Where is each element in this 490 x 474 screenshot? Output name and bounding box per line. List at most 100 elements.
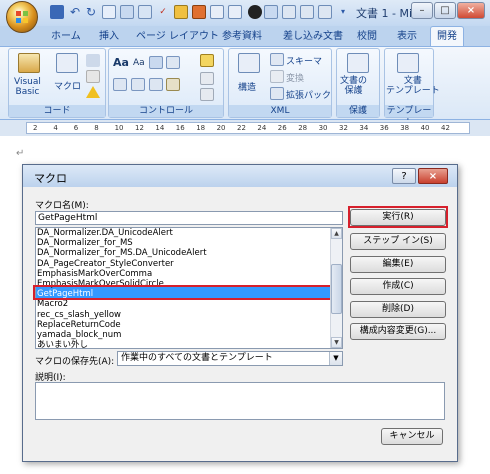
legacy-tools-icon[interactable] (166, 78, 180, 91)
ruler-number: 4 (53, 124, 58, 132)
scroll-down-icon[interactable]: ▼ (331, 337, 342, 348)
structure-icon[interactable] (238, 53, 260, 73)
schema-label[interactable]: スキーマ (286, 54, 322, 67)
view-icon[interactable] (282, 5, 296, 19)
properties-icon[interactable] (200, 72, 214, 85)
scroll-thumb[interactable] (331, 264, 342, 314)
dropdown-list-icon[interactable] (131, 78, 145, 91)
list-item[interactable]: ReplaceReturnCode (37, 320, 121, 330)
group-xml-label: XML (229, 105, 331, 117)
design-mode-icon[interactable] (200, 54, 214, 67)
building-block-icon[interactable] (166, 56, 180, 69)
ruler-number: 24 (257, 124, 267, 132)
macro-location-select[interactable]: 作業中のすべての文書とテンプレート (117, 351, 343, 366)
picture-control-icon[interactable] (149, 56, 163, 69)
transform-icon (270, 70, 284, 83)
schema-icon[interactable] (270, 53, 284, 66)
ruler-number: 12 (135, 124, 144, 132)
document-template-icon[interactable] (397, 53, 419, 73)
protect-document-icon[interactable] (347, 53, 369, 73)
ruler-number: 36 (379, 124, 389, 132)
expansion-pack-icon[interactable] (270, 87, 284, 100)
macro-label[interactable]: マクロ (54, 79, 81, 92)
macro-location-label: マクロの保存先(A): (35, 357, 115, 367)
tab-page-layout[interactable]: ページ レイアウト (136, 28, 219, 46)
circle-icon[interactable] (248, 5, 262, 19)
tab-references[interactable]: 参考資料 (222, 28, 262, 46)
step-into-button[interactable]: ステップ イン(S) (350, 233, 446, 250)
list-item[interactable]: yamada_block_num (37, 330, 121, 340)
image-icon[interactable] (192, 5, 206, 19)
ruler-number: 22 (237, 124, 246, 132)
page-icon[interactable] (210, 5, 224, 19)
group-icon[interactable] (200, 88, 214, 101)
expansion-pack-label[interactable]: 拡張パック (286, 88, 331, 101)
tab-review[interactable]: 校閲 (357, 28, 377, 46)
structure-label[interactable]: 構造 (238, 80, 256, 93)
office-logo-icon (16, 11, 28, 23)
maximize-button[interactable]: □ (434, 2, 456, 19)
edit-button[interactable]: 編集(E) (350, 256, 446, 273)
undo-icon[interactable]: ↶ (68, 5, 82, 19)
selection-annotation-frame (33, 285, 333, 300)
minimize-button[interactable]: – (411, 2, 433, 19)
folder-icon[interactable] (174, 5, 188, 19)
cancel-button[interactable]: キャンセル (381, 428, 443, 445)
chart-icon[interactable] (318, 5, 332, 19)
paragraph-mark: ↵ (16, 148, 25, 159)
protect-document-label[interactable]: 文書の 保護 (340, 76, 367, 96)
visual-basic-label[interactable]: Visual Basic (14, 77, 41, 97)
list-item[interactable]: DA_Normalizer_for_MS (37, 238, 133, 248)
document-template-label[interactable]: 文書 テンプレート (386, 76, 440, 96)
table-icon[interactable] (120, 5, 134, 19)
grid-icon[interactable] (138, 5, 152, 19)
group-code-label: コード (9, 105, 105, 117)
close-window-button[interactable]: × (457, 2, 485, 19)
print-icon[interactable] (228, 5, 242, 19)
list-item[interactable]: EmphasisMarkOverComma (37, 269, 152, 279)
delete-button[interactable]: 削除(D) (350, 301, 446, 318)
list-item[interactable]: DA_Normalizer.DA_UnicodeAlert (37, 228, 173, 238)
run-annotation-frame (348, 206, 448, 228)
combo-box-icon[interactable] (113, 78, 127, 91)
scroll-up-icon[interactable]: ▲ (331, 228, 342, 239)
ruler-number: 2 (33, 124, 38, 132)
new-doc-icon[interactable] (102, 5, 116, 19)
record-macro-icon[interactable] (86, 54, 100, 67)
plain-text-control[interactable]: Aa (133, 58, 145, 68)
chevron-down-icon[interactable]: ▼ (329, 352, 342, 365)
list-item[interactable]: DA_PageCreator_StyleConverter (37, 259, 174, 269)
help-button[interactable]: ? (392, 168, 416, 184)
mail-icon[interactable] (300, 5, 314, 19)
list-item[interactable]: あいまい外し (37, 340, 88, 350)
group-controls-label: コントロール (109, 105, 223, 117)
ruler-number: 18 (196, 124, 206, 132)
macro-name-input[interactable]: GetPageHtml (35, 211, 343, 225)
create-button[interactable]: 作成(C) (350, 278, 446, 295)
macro-security-icon[interactable] (86, 86, 100, 98)
format-icon[interactable] (264, 5, 278, 19)
tab-view[interactable]: 表示 (397, 28, 417, 46)
tab-home[interactable]: ホーム (51, 28, 81, 46)
tab-developer[interactable]: 開発 (430, 26, 464, 47)
tab-insert[interactable]: 挿入 (99, 28, 119, 46)
redo-icon[interactable]: ↻ (84, 5, 98, 19)
dialog-close-button[interactable]: × (418, 168, 448, 184)
qat-more-icon[interactable]: ▾ (336, 5, 350, 19)
save-icon[interactable] (50, 5, 64, 19)
ruler-number: 16 (175, 124, 185, 132)
organizer-button[interactable]: 構成内容変更(G)... (350, 323, 446, 340)
visual-basic-icon[interactable] (18, 53, 40, 73)
rich-text-control[interactable]: Aa (113, 56, 129, 69)
ruler-number: 38 (400, 124, 410, 132)
date-picker-icon[interactable] (149, 78, 163, 91)
list-item[interactable]: Macro2 (37, 299, 68, 309)
list-item[interactable]: DA_Normalizer_for_MS.DA_UnicodeAlert (37, 248, 207, 258)
ruler-number: 14 (155, 124, 165, 132)
list-item[interactable]: rec_cs_slash_yellow (37, 310, 121, 320)
abc-icon[interactable]: ✓ (156, 5, 170, 19)
macro-icon[interactable] (56, 53, 78, 73)
office-button[interactable] (6, 1, 38, 33)
pause-icon[interactable] (86, 70, 100, 83)
tab-mailings[interactable]: 差し込み文書 (283, 28, 343, 46)
